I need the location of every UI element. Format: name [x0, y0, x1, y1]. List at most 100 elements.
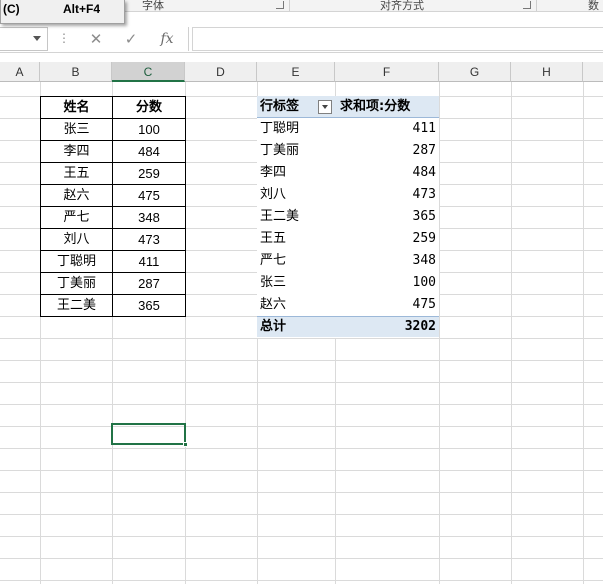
cell-name: 刘八	[63, 232, 90, 247]
pivot-row-label[interactable]: 赵六	[257, 294, 335, 316]
chevron-down-icon[interactable]	[33, 36, 41, 41]
formula-bar-divider	[188, 27, 189, 51]
pivot-row-value[interactable]: 365	[335, 206, 439, 228]
gridline	[0, 580, 603, 581]
cell-grid[interactable]: 姓名 分数 张三 100 李四 484 王五 259 赵六 475 严七 348…	[0, 82, 603, 584]
table-cell[interactable]: 259	[113, 163, 186, 185]
formula-input[interactable]	[192, 27, 603, 51]
ribbon-group-font: 字体	[142, 0, 164, 12]
cancel-icon[interactable]: ✕	[85, 28, 107, 50]
pivot-row-label[interactable]: 王二美	[257, 206, 335, 228]
table-cell[interactable]: 丁聪明	[41, 251, 113, 273]
pivot-row-value[interactable]: 411	[335, 118, 439, 140]
gridline	[0, 536, 603, 537]
cell-name: 丁美丽	[56, 276, 96, 291]
cell-score: 100	[138, 122, 160, 137]
table-cell[interactable]: 王五	[41, 163, 113, 185]
pivot-row-label[interactable]: 张三	[257, 272, 335, 294]
pivot-row-value[interactable]: 348	[335, 250, 439, 272]
table-header-cell[interactable]: 分数	[113, 97, 186, 119]
column-header-C[interactable]: C	[112, 62, 185, 82]
pivot-row-value[interactable]: 484	[335, 162, 439, 184]
cell-name: 赵六	[63, 188, 90, 203]
table-cell[interactable]: 赵六	[41, 185, 113, 207]
pivot-row-label[interactable]: 王五	[257, 228, 335, 250]
column-header-D[interactable]: D	[185, 62, 257, 82]
column-header-F[interactable]: F	[335, 62, 439, 82]
context-menu: (C) Alt+F4	[0, 0, 125, 24]
ribbon-group-number: 数字	[588, 0, 599, 12]
cell-name: 李四	[63, 144, 90, 159]
pivot-row-value[interactable]: 259	[335, 228, 439, 250]
gridline	[0, 470, 603, 471]
selected-cell[interactable]	[111, 423, 188, 447]
table-header-cell[interactable]: 姓名	[41, 97, 113, 119]
column-header-next[interactable]	[583, 62, 603, 82]
ribbon-separator	[536, 0, 537, 11]
gridline	[0, 514, 603, 515]
cell-name: 丁聪明	[56, 254, 96, 269]
pivot-total-label[interactable]: 总计	[257, 316, 335, 337]
table-cell[interactable]: 王二美	[41, 295, 113, 317]
cell-score: 475	[138, 188, 160, 203]
column-header-E[interactable]: E	[257, 62, 335, 82]
cell-name: 张三	[63, 122, 90, 137]
table-cell[interactable]: 484	[113, 141, 186, 163]
table-cell[interactable]: 348	[113, 207, 186, 229]
table-cell[interactable]: 473	[113, 229, 186, 251]
name-box[interactable]	[0, 27, 48, 51]
pivot-row-value[interactable]: 287	[335, 140, 439, 162]
cell-score: 484	[138, 144, 160, 159]
pivot-row-label[interactable]: 刘八	[257, 184, 335, 206]
gridline	[439, 82, 440, 584]
table-cell[interactable]: 287	[113, 273, 186, 295]
table-cell[interactable]: 365	[113, 295, 186, 317]
header-name: 姓名	[63, 100, 90, 115]
gridline	[0, 492, 603, 493]
table-cell[interactable]: 刘八	[41, 229, 113, 251]
pivot-row-label[interactable]: 严七	[257, 250, 335, 272]
header-score: 分数	[135, 100, 162, 115]
gridline	[0, 404, 603, 405]
pivot-row-value[interactable]: 100	[335, 272, 439, 294]
pivot-row-label-header: 行标签	[260, 99, 300, 114]
worksheet: A B C D E F G H 姓名 分数 张三 100 李四 484 王五 2…	[0, 62, 603, 584]
pivot-row-label[interactable]: 丁聪明	[257, 118, 335, 140]
gridline	[0, 448, 603, 449]
fill-handle[interactable]	[183, 442, 188, 447]
table-cell[interactable]: 严七	[41, 207, 113, 229]
pivot-row-value[interactable]: 473	[335, 184, 439, 206]
pivot-row-value[interactable]: 475	[335, 294, 439, 316]
gridline	[0, 558, 603, 559]
table-cell[interactable]: 张三	[41, 119, 113, 141]
filter-dropdown-icon[interactable]	[318, 100, 332, 114]
table-cell[interactable]: 李四	[41, 141, 113, 163]
pivot-total-value[interactable]: 3202	[335, 316, 439, 337]
font-dialog-launcher-icon[interactable]	[276, 1, 284, 9]
cell-score: 411	[138, 254, 160, 269]
cell-name: 王二美	[56, 298, 96, 313]
table-cell[interactable]: 100	[113, 119, 186, 141]
column-header-A[interactable]: A	[0, 62, 40, 82]
formula-bar: ⋮ ✕ ✓ fx	[0, 25, 603, 53]
ribbon-group-alignment: 对齐方式	[380, 0, 424, 12]
insert-function-icon[interactable]: fx	[156, 28, 178, 50]
pivot-value-header: 求和项:分数	[340, 99, 411, 114]
gridline	[0, 426, 603, 427]
cell-score: 287	[138, 276, 160, 291]
gridline	[0, 360, 603, 361]
table-cell[interactable]: 411	[113, 251, 186, 273]
gridline	[583, 82, 584, 584]
source-table: 姓名 分数 张三 100 李四 484 王五 259 赵六 475 严七 348…	[40, 96, 186, 317]
pivot-row-label[interactable]: 李四	[257, 162, 335, 184]
pivot-row-label[interactable]: 丁美丽	[257, 140, 335, 162]
column-header-G[interactable]: G	[439, 62, 511, 82]
column-header-H[interactable]: H	[511, 62, 583, 82]
table-cell[interactable]: 475	[113, 185, 186, 207]
menu-item-close[interactable]: (C)	[3, 2, 20, 16]
enter-icon[interactable]: ✓	[120, 28, 142, 50]
table-cell[interactable]: 丁美丽	[41, 273, 113, 295]
ribbon-separator	[289, 0, 290, 11]
column-header-B[interactable]: B	[40, 62, 112, 82]
alignment-dialog-launcher-icon[interactable]	[523, 1, 531, 9]
